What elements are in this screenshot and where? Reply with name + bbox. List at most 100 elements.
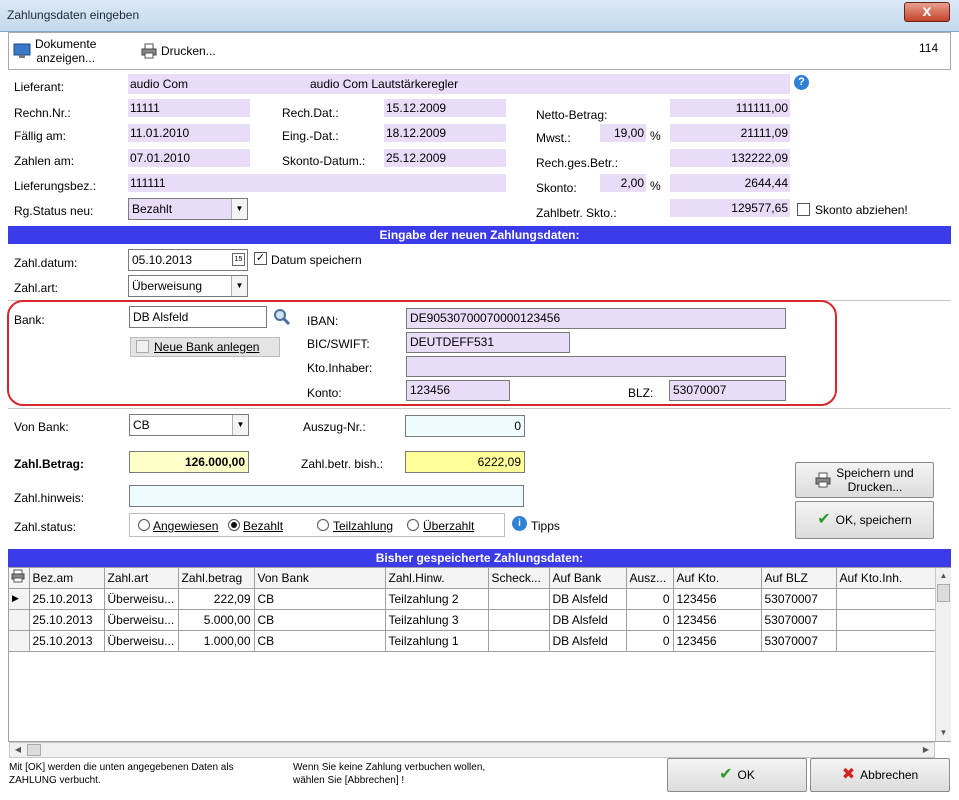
cell-auf-kto-inh (836, 588, 937, 610)
rechn-nr-label: Rechn.Nr.: (14, 106, 71, 120)
checkmark-icon: ✔ (817, 511, 831, 528)
window-title: Zahlungsdaten eingeben (7, 8, 140, 22)
column-header-zahl-betrag[interactable]: Zahl.betrag (178, 568, 255, 589)
show-documents-button[interactable]: Dokumente anzeigen... (13, 35, 123, 67)
table-row[interactable]: ▶ 25.10.2013 Überweisu... 222,09 CB Teil… (9, 588, 937, 610)
close-button[interactable]: x (904, 2, 950, 22)
cancel-button[interactable]: ✖ Abbrechen (810, 758, 950, 792)
ok-save-button[interactable]: ✔ OK, speichern (795, 501, 934, 539)
scroll-up-icon[interactable]: ▲ (936, 568, 951, 584)
column-header-scheck[interactable]: Scheck... (488, 568, 550, 589)
column-header-auf-blz[interactable]: Auf BLZ (761, 568, 837, 589)
table-header-row: Bez.am Zahl.art Zahl.betrag Von Bank Zah… (9, 568, 937, 589)
blz-label: BLZ: (628, 386, 654, 400)
faellig-label: Fällig am: (14, 129, 67, 143)
rg-status-dropdown[interactable]: Bezahlt ▼ (128, 198, 248, 220)
column-header-auf-kto[interactable]: Auf Kto. (673, 568, 762, 589)
hscroll-thumb[interactable] (27, 744, 41, 756)
cell-scheck (488, 588, 550, 610)
skonto-abziehen-checkbox[interactable] (797, 203, 810, 216)
column-header-auszug[interactable]: Ausz... (626, 568, 674, 589)
footer-note-cancel: Wenn Sie keine Zahlung verbuchen wollen,… (293, 762, 486, 786)
ok-label: OK (737, 768, 755, 782)
zahl-status-radio-group: Angewiesen Bezahlt Teilzahlung Überzahlt (129, 513, 505, 537)
mwst-field: 21111,09 (670, 124, 790, 142)
vertical-scrollbar[interactable]: ▲ ▼ (935, 568, 951, 741)
auszug-nr-input[interactable]: 0 (405, 415, 525, 437)
iban-field[interactable]: DE90530700070000123456 (406, 308, 786, 329)
table-print-header[interactable] (9, 568, 30, 589)
saved-payments-table: Bez.am Zahl.art Zahl.betrag Von Bank Zah… (8, 567, 951, 742)
zahl-art-dropdown[interactable]: Überweisung ▼ (128, 275, 248, 297)
row-selector[interactable] (9, 609, 30, 631)
info-icon[interactable]: i (512, 516, 527, 531)
datum-speichern-checkbox[interactable]: ✓ (254, 252, 267, 265)
neue-bank-anlegen-toggle[interactable]: Neue Bank anlegen (130, 337, 280, 357)
status-ueberzahlt-label: Überzahlt (423, 519, 475, 533)
footer-note-ok: Mit [OK] werden die unten angegebenen Da… (9, 762, 234, 786)
column-header-bez-am[interactable]: Bez.am (29, 568, 105, 589)
status-bezahlt-radio[interactable] (228, 519, 240, 531)
cell-auf-blz: 53070007 (761, 609, 837, 631)
ok-button[interactable]: ✔ OK (667, 758, 807, 792)
row-selector[interactable] (9, 630, 30, 652)
checkmark-icon: ✔ (719, 766, 733, 783)
konto-label: Konto: (307, 386, 342, 400)
column-header-auf-kto-inh[interactable]: Auf Kto.Inh. (836, 568, 937, 589)
zahl-datum-input[interactable]: 05.10.2013 15 (128, 249, 248, 271)
cell-bez-am: 25.10.2013 (29, 588, 105, 610)
bic-field[interactable]: DEUTDEFF531 (406, 332, 570, 353)
help-icon[interactable]: ? (794, 75, 809, 90)
column-header-zahl-art[interactable]: Zahl.art (104, 568, 179, 589)
rechn-nr-field: 11111 (128, 99, 250, 117)
column-header-auf-bank[interactable]: Auf Bank (549, 568, 627, 589)
title-bar: Zahlungsdaten eingeben (0, 0, 959, 32)
zahl-hinweis-input[interactable] (129, 485, 524, 507)
status-teilzahlung-radio[interactable] (317, 519, 329, 531)
cell-auf-bank: DB Alsfeld (549, 630, 627, 652)
scroll-left-icon[interactable]: ◀ (10, 743, 26, 757)
status-ueberzahlt-radio[interactable] (407, 519, 419, 531)
table-row[interactable]: 25.10.2013 Überweisu... 1.000,00 CB Teil… (9, 630, 937, 652)
kto-inhaber-field[interactable] (406, 356, 786, 377)
rg-status-value: Bezahlt (132, 202, 173, 216)
skonto-abziehen-label: Skonto abziehen! (815, 203, 908, 217)
status-angewiesen-radio[interactable] (138, 519, 150, 531)
zahl-hinweis-label: Zahl.hinweis: (14, 491, 85, 505)
bank-input[interactable]: DB Alsfeld (129, 306, 267, 328)
cell-zahl-hinw: Teilzahlung 3 (385, 609, 489, 631)
blz-field[interactable]: 53070007 (669, 380, 786, 401)
calendar-icon[interactable]: 15 (232, 253, 245, 266)
cell-von-bank: CB (254, 630, 386, 652)
cell-scheck (488, 609, 550, 631)
print-button[interactable]: Drucken... (141, 35, 241, 67)
search-icon[interactable] (273, 308, 290, 325)
table-row[interactable]: 25.10.2013 Überweisu... 5.000,00 CB Teil… (9, 609, 937, 631)
scroll-right-icon[interactable]: ▶ (918, 743, 934, 757)
column-header-von-bank[interactable]: Von Bank (254, 568, 386, 589)
konto-field[interactable]: 123456 (406, 380, 510, 401)
von-bank-dropdown[interactable]: CB ▼ (129, 414, 249, 436)
horizontal-scrollbar[interactable]: ◀ ▶ (9, 742, 935, 758)
scroll-down-icon[interactable]: ▼ (936, 725, 951, 741)
auszug-nr-label: Auszug-Nr.: (303, 420, 366, 434)
skonto-percent-field: 2,00 (600, 174, 646, 192)
page-number: 114 (919, 41, 939, 55)
cell-zahl-art: Überweisu... (104, 630, 179, 652)
zahl-datum-label: Zahl.datum: (14, 256, 78, 270)
tipps-link[interactable]: Tipps (531, 519, 560, 533)
close-icon: x (922, 3, 932, 20)
printer-icon (141, 43, 157, 59)
von-bank-label: Von Bank: (14, 420, 69, 434)
column-header-zahl-hinw[interactable]: Zahl.Hinw. (385, 568, 489, 589)
von-bank-value: CB (133, 418, 150, 432)
scroll-thumb[interactable] (937, 584, 950, 602)
netto-field: 111111,00 (670, 99, 790, 117)
cell-zahl-hinw: Teilzahlung 1 (385, 630, 489, 652)
zahl-betrag-input[interactable]: 126.000,00 (129, 451, 249, 473)
cell-auf-blz: 53070007 (761, 630, 837, 652)
cell-zahl-art: Überweisu... (104, 609, 179, 631)
save-and-print-button[interactable]: Speichern und Drucken... (795, 462, 934, 498)
neue-bank-anlegen-checkbox[interactable] (136, 340, 149, 353)
row-selector-icon[interactable]: ▶ (9, 588, 30, 610)
